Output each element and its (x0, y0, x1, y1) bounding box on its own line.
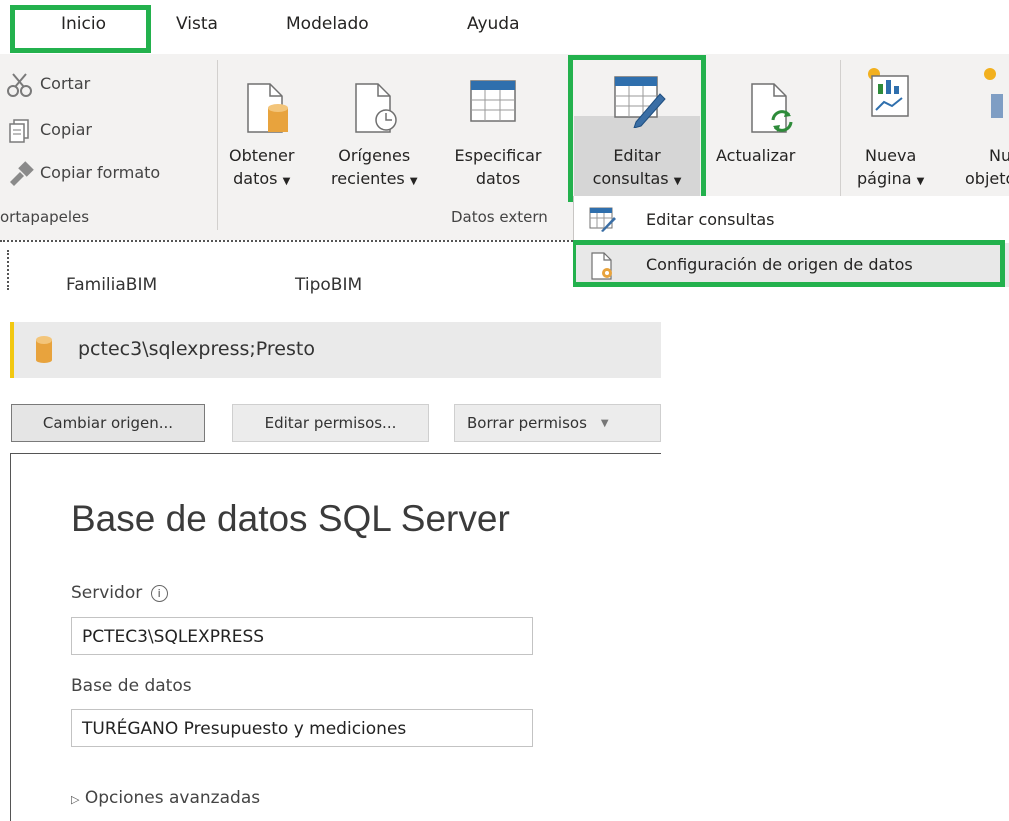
new-page-label[interactable]: Nueva página ▼ (857, 144, 924, 193)
clock-document-icon (355, 83, 397, 133)
edit-queries-line1: Editar (613, 146, 661, 165)
new-page-icon (868, 68, 909, 117)
new-visual-button[interactable] (982, 66, 1009, 124)
sql-server-settings-pane: Base de datos SQL Server Servidor i PCTE… (10, 453, 661, 821)
new-page-button[interactable] (864, 64, 914, 124)
edit-queries-dropdown: Editar consultas Configuración de origen… (573, 196, 1009, 287)
edit-table-icon (589, 207, 616, 232)
caret-down-icon: ▼ (673, 176, 682, 187)
menu-item-edit-queries-label: Editar consultas (646, 210, 775, 229)
cut-button[interactable] (5, 72, 35, 102)
data-source-name: pctec3\sqlexpress;Presto (78, 338, 315, 360)
edit-table-icon (614, 76, 666, 129)
dialog-title: Base de datos SQL Server (71, 498, 510, 539)
get-data-label[interactable]: Obtener datos ▼ (229, 144, 294, 193)
advanced-options-label: Opciones avanzadas (84, 788, 261, 808)
edit-queries-label[interactable]: Editar consultas ▼ (578, 144, 696, 193)
fields-strip: FamiliaBIM TipoBIM (0, 240, 573, 295)
database-icon (36, 336, 52, 363)
menu-item-edit-queries[interactable]: Editar consultas (574, 198, 1009, 242)
external-data-group-label: Datos extern (451, 208, 548, 226)
table-icon (470, 80, 516, 122)
server-label: Servidor i (71, 583, 168, 603)
copy-format-label[interactable]: Copiar formato (40, 163, 160, 182)
new-visual-line1: Nu (989, 146, 1009, 165)
enter-data-line2: datos (475, 169, 521, 188)
dotted-border (7, 250, 9, 290)
get-data-button[interactable] (244, 82, 290, 138)
caret-down-icon: ▼ (282, 176, 291, 187)
clear-permissions-label: Borrar permisos (467, 414, 587, 432)
tab-modelado[interactable]: Modelado (286, 14, 369, 34)
recent-sources-line2: recientes (331, 169, 405, 188)
get-data-line2: datos (233, 169, 278, 188)
enter-data-button[interactable] (470, 80, 516, 128)
server-label-text: Servidor (71, 583, 143, 603)
database-label: Base de datos (71, 676, 192, 696)
clear-permissions-button[interactable]: Borrar permisos ▼ (454, 404, 661, 442)
field-tipobim[interactable]: TipoBIM (295, 275, 362, 295)
menu-bar: Inicio Vista Modelado Ayuda (0, 0, 1009, 54)
new-page-line1: Nueva (865, 146, 917, 165)
copy-icon (9, 119, 29, 143)
tab-inicio[interactable]: Inicio (61, 14, 106, 34)
refresh-label[interactable]: Actualizar (716, 144, 795, 167)
new-visual-line2: objeto (965, 169, 1009, 188)
refresh-button[interactable] (748, 82, 794, 138)
copy-button[interactable] (8, 117, 34, 147)
database-document-icon (247, 83, 288, 133)
copy-label[interactable]: Copiar (40, 120, 92, 139)
triangle-right-icon: ▷ (71, 793, 80, 806)
enter-data-line1: Especificar (454, 146, 542, 165)
tab-vista[interactable]: Vista (176, 14, 218, 34)
database-input[interactable]: TURÉGANO Presupuesto y mediciones (71, 709, 533, 747)
format-painter-icon (10, 161, 34, 186)
info-icon[interactable]: i (150, 585, 168, 602)
recent-sources-button[interactable] (352, 82, 398, 138)
edit-permissions-button[interactable]: Editar permisos... (232, 404, 429, 442)
refresh-document-icon (751, 83, 793, 133)
new-page-line2: página (857, 169, 912, 188)
clipboard-group-label: ortapapeles (0, 208, 90, 226)
new-visual-icon (984, 68, 1003, 118)
data-source-row[interactable]: pctec3\sqlexpress;Presto (10, 322, 661, 378)
copy-format-button[interactable] (6, 160, 36, 190)
enter-data-label[interactable]: Especificar datos (443, 144, 553, 190)
caret-down-icon: ▼ (916, 176, 925, 187)
get-data-line1: Obtener (229, 146, 295, 165)
caret-down-icon: ▼ (600, 417, 609, 429)
scissors-icon (7, 73, 32, 97)
change-source-button[interactable]: Cambiar origen... (11, 404, 205, 442)
menu-item-data-source-settings-label: Configuración de origen de datos (646, 255, 913, 274)
cut-label[interactable]: Cortar (40, 74, 90, 93)
tab-ayuda[interactable]: Ayuda (467, 14, 520, 34)
recent-sources-line1: Orígenes (338, 146, 411, 165)
field-familiabim[interactable]: FamiliaBIM (66, 275, 157, 295)
edit-queries-line2: consultas (592, 169, 669, 188)
separator (217, 60, 218, 230)
edit-queries-button[interactable] (614, 76, 666, 132)
recent-sources-label[interactable]: Orígenes recientes ▼ (331, 144, 418, 193)
caret-down-icon: ▼ (409, 176, 418, 187)
new-visual-label[interactable]: Nu (989, 144, 1009, 167)
advanced-options-toggle[interactable]: ▷ Opciones avanzadas (71, 788, 260, 808)
menu-item-data-source-settings[interactable]: Configuración de origen de datos (574, 243, 1009, 287)
server-input[interactable]: PCTEC3\SQLEXPRESS (71, 617, 533, 655)
document-gear-icon (591, 252, 612, 280)
